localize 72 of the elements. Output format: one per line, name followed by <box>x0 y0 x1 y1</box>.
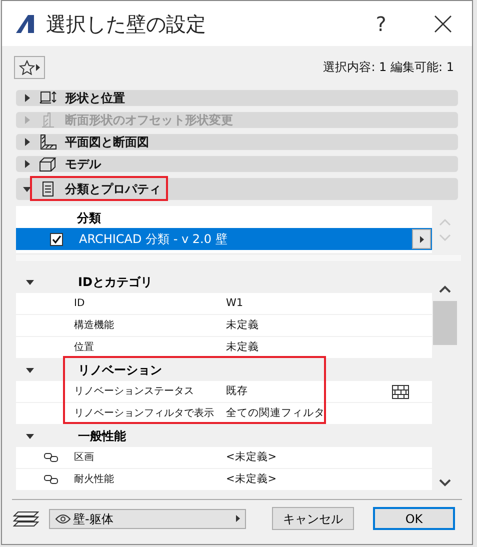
property-name: 耐火性能 <box>74 472 114 487</box>
property-value: W1 <box>226 296 244 311</box>
shape-icon <box>39 90 57 106</box>
panel-header[interactable]: 分類とプロパティ <box>16 178 458 200</box>
property-name: 位置 <box>74 340 94 355</box>
classification-name: ARCHICAD 分類 - v 2.0 壁 <box>79 231 228 248</box>
property-name: リノベーションフィルタで表示 <box>74 406 214 421</box>
property-value: 未定義 <box>226 318 259 333</box>
column-heading: 分類 <box>76 210 102 227</box>
group-title: リノベーション <box>78 362 162 378</box>
property-name: ID <box>74 297 85 311</box>
scroll-down-icon[interactable] <box>439 479 452 487</box>
panel-title: 平面図と断面図 <box>65 134 149 151</box>
panel-header[interactable]: モデル <box>16 156 458 172</box>
hatched-section-icon <box>39 134 57 150</box>
scroll-up-icon <box>439 218 452 226</box>
section-offset-icon <box>39 112 57 128</box>
link-icon <box>44 475 58 484</box>
collapse-arrow-icon[interactable] <box>26 278 34 286</box>
caret-icon <box>236 515 240 522</box>
panel-title: 形状と位置 <box>65 90 125 107</box>
panel-title: 断面形状のオフセット形状変更 <box>65 112 233 129</box>
layers-icon[interactable] <box>13 510 39 528</box>
property-row[interactable]: ID W1 <box>16 293 432 314</box>
close-icon[interactable] <box>434 14 452 32</box>
scroll-up-icon[interactable] <box>439 285 452 293</box>
box-icon <box>39 156 57 172</box>
scrollbar-thumb[interactable] <box>433 301 458 345</box>
window-title: 選択した壁の設定 <box>46 10 206 38</box>
submenu-button[interactable] <box>412 229 432 249</box>
expand-arrow-icon[interactable] <box>23 160 31 168</box>
ok-button[interactable]: OK <box>373 507 455 530</box>
scroll-down-icon <box>439 234 452 240</box>
caret-icon <box>420 236 424 242</box>
property-name: リノベーションステータス <box>74 385 194 399</box>
property-row[interactable]: 構造機能 未定義 <box>16 315 432 336</box>
property-name: 区画 <box>74 451 94 465</box>
property-row[interactable]: 耐火性能 <未定義> <box>16 469 432 490</box>
property-row[interactable]: 位置 未定義 <box>16 337 432 358</box>
link-icon <box>44 453 58 462</box>
help-button[interactable]: ? <box>366 8 396 38</box>
expand-arrow-icon[interactable] <box>23 138 31 146</box>
panel-title: モデル <box>65 156 101 173</box>
property-row[interactable]: リノベーションステータス 既存 <box>16 381 432 402</box>
favorites-button[interactable] <box>14 56 45 78</box>
property-name: 構造機能 <box>74 318 114 333</box>
classification-row[interactable]: ARCHICAD 分類 - v 2.0 壁 <box>16 228 432 250</box>
collapse-arrow-icon[interactable] <box>26 432 34 440</box>
cancel-button[interactable]: キャンセル <box>272 507 354 530</box>
app-logo-icon <box>14 12 36 34</box>
brick-wall-icon <box>392 384 410 398</box>
caret-icon <box>36 64 40 70</box>
selection-info: 選択内容: 1 編集可能: 1 <box>323 59 454 76</box>
property-row[interactable]: リノベーションフィルタで表示 全ての関連フィルタ <box>16 403 432 424</box>
panel-title: 分類とプロパティ <box>65 181 161 198</box>
property-value: <未定義> <box>226 472 277 487</box>
property-row[interactable]: 区画 <未定義> <box>16 447 432 468</box>
group-title: IDとカテゴリ <box>78 274 152 290</box>
collapse-arrow-icon[interactable] <box>23 185 31 193</box>
property-value: 未定義 <box>226 340 259 355</box>
property-value: 全ての関連フィルタ <box>226 406 325 421</box>
property-value: <未定義> <box>226 450 277 465</box>
star-icon <box>19 60 35 74</box>
panel-header[interactable]: 形状と位置 <box>16 90 458 106</box>
layer-dropdown[interactable]: 壁-躯体 <box>49 508 246 528</box>
checkbox[interactable] <box>50 232 63 246</box>
group-title: 一般性能 <box>78 428 126 444</box>
eye-icon <box>55 514 71 524</box>
panel-header[interactable]: 平面図と断面図 <box>16 134 458 150</box>
expand-arrow-icon[interactable] <box>23 94 31 102</box>
property-value: 既存 <box>226 384 248 399</box>
collapse-arrow-icon[interactable] <box>26 366 34 374</box>
